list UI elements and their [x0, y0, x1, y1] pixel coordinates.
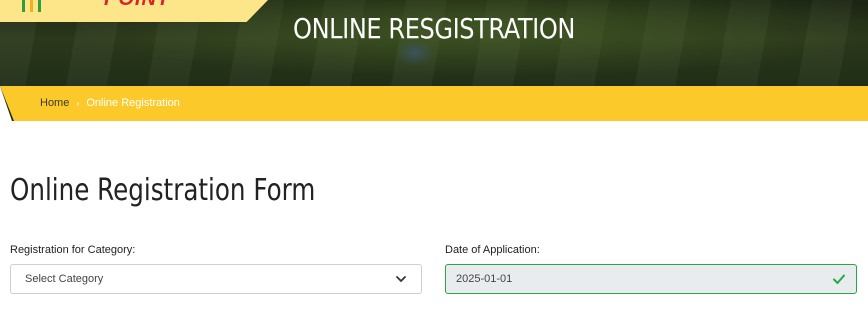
logo-mark-icon: [18, 0, 58, 14]
category-label: Registration for Category:: [10, 244, 136, 256]
breadcrumb-current: Online Registration: [86, 97, 180, 109]
breadcrumb-home-link[interactable]: Home: [40, 97, 69, 109]
logo-text: POINT: [104, 0, 170, 11]
category-select[interactable]: Select Category: [10, 264, 422, 294]
breadcrumb-bar-edge: [0, 86, 14, 121]
form-title: Online Registration Form: [10, 173, 316, 208]
site-logo[interactable]: POINT: [0, 0, 268, 22]
application-date-field[interactable]: 2025-01-01: [445, 264, 857, 294]
chevron-down-icon: [395, 273, 407, 285]
valid-check-icon: [832, 272, 846, 286]
breadcrumb: Home › Online Registration: [40, 97, 180, 109]
category-select-value: Select Category: [25, 273, 104, 285]
breadcrumb-separator-icon: ›: [76, 98, 80, 108]
application-date-value: 2025-01-01: [456, 273, 513, 285]
application-date-label: Date of Application:: [445, 244, 540, 256]
